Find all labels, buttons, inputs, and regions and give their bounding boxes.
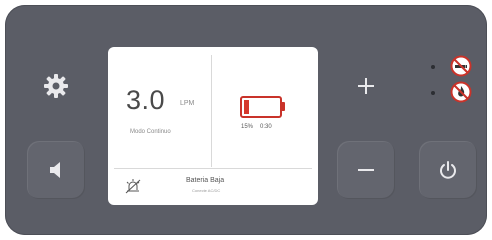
display-screen: 3.0 LPM Modo Continuo 15% 0:30 Bateria B… — [108, 47, 318, 205]
alert-title: Bateria Baja — [186, 177, 225, 184]
divider — [114, 168, 312, 169]
speaker-icon — [50, 162, 60, 178]
gear-icon — [44, 74, 68, 98]
battery-percent: 15% — [241, 124, 254, 130]
sound-button[interactable] — [27, 141, 85, 199]
oxygen-concentrator-panel: 3.0 LPM Modo Continuo 15% 0:30 Bateria B… — [5, 5, 487, 235]
battery-level-fill — [244, 100, 249, 114]
flow-mode-label: Modo Continuo — [130, 129, 171, 135]
indicator-dot — [431, 65, 435, 69]
no-smoking-icon — [450, 55, 472, 77]
battery-time: 0:30 — [260, 124, 272, 130]
flow-unit: LPM — [180, 100, 195, 107]
increase-flow-button[interactable] — [337, 57, 395, 115]
settings-button[interactable] — [27, 57, 85, 115]
power-button[interactable] — [419, 141, 477, 199]
plus-icon — [358, 78, 374, 94]
no-flame-icon — [450, 81, 472, 103]
indicator-dot — [431, 91, 435, 95]
decrease-flow-button[interactable] — [337, 141, 395, 199]
flow-value: 3.0 — [126, 85, 166, 115]
battery-icon — [240, 96, 282, 118]
battery-tip — [282, 102, 285, 111]
alert-subtitle: Conecte AC/DC — [192, 188, 221, 193]
minus-icon — [358, 169, 374, 171]
muted-alarm-icon — [125, 179, 141, 194]
power-icon — [440, 161, 456, 179]
divider — [211, 55, 212, 167]
